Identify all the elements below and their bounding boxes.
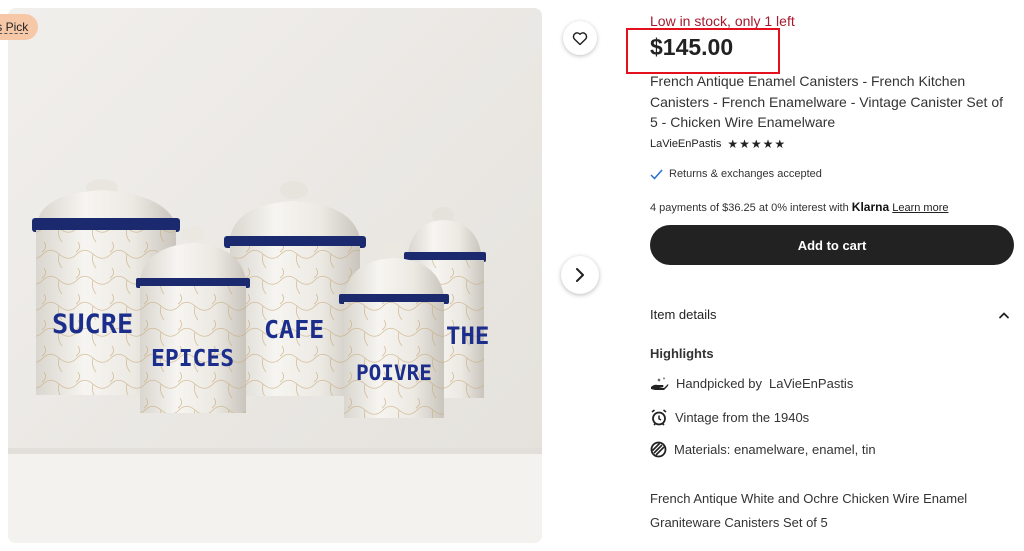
- hand-icon: [651, 376, 669, 390]
- heart-icon: [572, 31, 588, 45]
- payments-row: 4 payments of $36.25 at 0% interest with…: [650, 200, 948, 214]
- chevron-right-icon: [576, 268, 584, 282]
- stock-notice: Low in stock, only 1 left: [650, 13, 795, 29]
- seller-row: LaVieEnPastis ★★★★★: [650, 137, 786, 151]
- the-label: THE: [446, 322, 489, 350]
- returns-text: Returns & exchanges accepted: [669, 168, 822, 180]
- vintage-text: Vintage from the 1940s: [675, 410, 810, 425]
- favorite-button[interactable]: [563, 21, 597, 55]
- returns-row: Returns & exchanges accepted: [650, 168, 822, 180]
- highlights-title: Highlights: [650, 346, 714, 361]
- epices-label: EPICES: [151, 346, 234, 372]
- chevron-up-icon: [999, 312, 1009, 318]
- description: French Antique White and Ochre Chicken W…: [650, 491, 968, 530]
- canisters-illustration: SUCRE THE CAFE EPICES POIVRE: [8, 8, 542, 543]
- handpicked-row: Handpicked by LaVieEnPastis: [650, 376, 853, 391]
- alarm-clock-icon: [651, 409, 667, 426]
- add-to-cart-button[interactable]: Add to cart: [650, 225, 1014, 265]
- add-to-cart-label: Add to cart: [797, 237, 867, 253]
- materials-text: Materials: enamelware, enamel, tin: [674, 442, 876, 457]
- sucre-label: SUCRE: [52, 309, 133, 340]
- product-title: French Antique Enamel Canisters - French…: [650, 73, 1004, 130]
- handpicked-prefix: Handpicked by: [676, 376, 762, 391]
- material-icon: [650, 441, 667, 458]
- checkmark-icon: [650, 169, 663, 180]
- poivre-label: POIVRE: [356, 361, 432, 385]
- learn-more-link[interactable]: Learn more: [892, 202, 948, 214]
- editors-pick-badge: 's Pick: [0, 14, 38, 40]
- seller-link[interactable]: LaVieEnPastis: [650, 138, 721, 150]
- materials-row: Materials: enamelware, enamel, tin: [650, 441, 876, 458]
- badge-label: 's Pick: [0, 21, 29, 34]
- next-image-button[interactable]: [561, 256, 599, 294]
- rating-stars: ★★★★★: [727, 137, 787, 151]
- product-image[interactable]: SUCRE THE CAFE EPICES POIVRE: [8, 8, 542, 543]
- klarna-logo: Klarna: [851, 200, 890, 214]
- vintage-row: Vintage from the 1940s: [650, 409, 809, 426]
- handpicked-seller-link[interactable]: LaVieEnPastis: [769, 376, 853, 391]
- cafe-label: CAFE: [264, 315, 324, 344]
- payments-text: 4 payments of $36.25 at 0% interest with: [650, 202, 849, 214]
- item-details-header: Item details: [650, 307, 717, 322]
- item-details-toggle[interactable]: Item details: [650, 307, 1010, 322]
- price: $145.00: [650, 34, 734, 60]
